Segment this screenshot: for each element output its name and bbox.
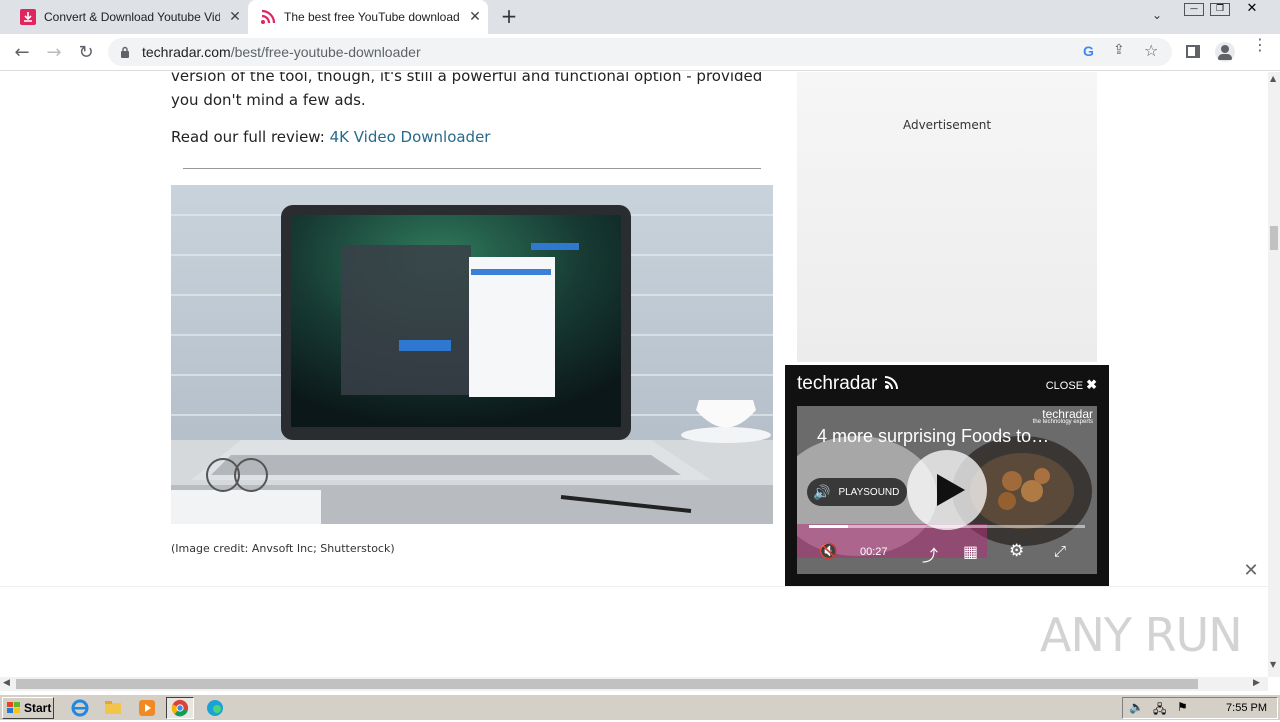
profile-avatar-icon[interactable] [1215, 42, 1235, 62]
read-full-review: Read our full review: 4K Video Downloade… [171, 128, 491, 146]
chrome-icon [171, 699, 189, 717]
share-icon[interactable]: ⇪ [1113, 42, 1125, 58]
grid-icon[interactable]: ▦ [963, 542, 978, 561]
vertical-scroll-thumb[interactable] [1270, 226, 1278, 250]
minimize-icon[interactable]: — [1184, 3, 1204, 16]
chrome-taskbar-button[interactable] [166, 697, 194, 719]
close-tab-icon[interactable]: ✕ [466, 9, 484, 25]
video-time: 00:27 [860, 546, 888, 558]
fullscreen-icon[interactable]: ⤢ [1054, 542, 1066, 560]
media-player-icon[interactable] [137, 698, 157, 718]
playsound-button[interactable]: 🔊 PLAYSOUND [807, 478, 907, 506]
edge-icon[interactable] [205, 698, 225, 718]
download-icon [20, 9, 36, 25]
divider [183, 168, 761, 169]
network-icon[interactable]: 🖧 [1153, 700, 1166, 721]
image-credit: (Image credit: Anvsoft Inc; Shutterstock… [171, 542, 395, 555]
play-button[interactable] [907, 450, 987, 530]
vertical-scrollbar[interactable]: ▲ ▼ [1268, 72, 1280, 677]
scroll-right-icon[interactable]: ▶ [1253, 678, 1260, 688]
tab-search-chevron-icon[interactable]: ⌄ [1152, 8, 1162, 22]
video-brand-corner: techradar the technology experts [1032, 407, 1093, 425]
speaker-icon: 🔊 [813, 483, 831, 500]
article-paragraph: version of the tool, though, it's still … [171, 72, 763, 109]
volume-icon[interactable]: 🔈 [1129, 700, 1144, 714]
rss-icon [261, 9, 276, 24]
tab-best-free-youtube-downloader[interactable]: The best free YouTube downloader app ✕ [248, 0, 488, 34]
mute-icon[interactable]: 🔇 [819, 542, 838, 560]
video-frame[interactable]: techradar the technology experts 4 more … [797, 406, 1097, 574]
tab-title: Convert & Download Youtube Videos [44, 10, 220, 24]
bookmark-star-icon[interactable]: ☆ [1144, 41, 1158, 60]
video-title: 4 more surprising Foods to… [817, 426, 1050, 446]
forward-arrow-icon[interactable]: → [40, 38, 68, 66]
tab-title: The best free YouTube downloader app [284, 10, 460, 24]
restore-icon[interactable]: ❐ [1210, 3, 1230, 16]
window-controls: — ❐ ✕ [1184, 1, 1276, 17]
close-icon[interactable]: ✖ [1086, 377, 1097, 392]
video-popup[interactable]: techradar CLOSE ✖ techradar the technolo… [785, 365, 1109, 586]
lock-icon[interactable] [120, 46, 130, 58]
techradar-logo: techradar [797, 373, 901, 395]
article-image [171, 185, 773, 524]
play-icon [937, 474, 965, 506]
settings-gear-icon[interactable]: ⚙ [1009, 541, 1024, 561]
flag-icon[interactable]: ⚑ [1177, 700, 1188, 714]
back-arrow-icon[interactable]: ← [8, 38, 36, 66]
windows-logo-icon [7, 702, 20, 713]
system-tray: 🔈 🖧 ⚑ 7:55 PM [1122, 697, 1278, 719]
address-bar[interactable]: techradar.com/best/free-youtube-download… [108, 38, 1172, 66]
advertisement-label: Advertisement [902, 118, 992, 132]
horizontal-scrollbar[interactable]: ◀ ▶ [0, 677, 1268, 691]
scroll-up-icon[interactable]: ▲ [1270, 74, 1276, 83]
horizontal-scroll-thumb[interactable] [16, 679, 1198, 689]
scroll-left-icon[interactable]: ◀ [3, 678, 10, 688]
browser-toolbar: ← → ↻ techradar.com/best/free-youtube-do… [0, 34, 1280, 71]
anyrun-watermark: ANY RUN [1040, 608, 1243, 662]
video-progress-bar[interactable] [809, 525, 1085, 528]
file-explorer-icon[interactable] [103, 698, 123, 718]
google-icon[interactable]: G [1083, 43, 1094, 59]
close-tab-icon[interactable]: ✕ [226, 9, 244, 25]
tab-strip: Convert & Download Youtube Videos ✕ The … [0, 0, 1280, 34]
sidebar-advertisement[interactable]: Advertisement [797, 72, 1097, 362]
tab-convert-download[interactable]: Convert & Download Youtube Videos ✕ [8, 0, 248, 34]
video-close-button[interactable]: CLOSE ✖ [1046, 377, 1097, 393]
start-button[interactable]: Start [2, 697, 54, 719]
url-text[interactable]: techradar.com/best/free-youtube-download… [142, 44, 421, 60]
scroll-down-icon[interactable]: ▼ [1270, 660, 1276, 669]
side-panel-icon[interactable] [1186, 45, 1200, 58]
windows-taskbar: Start 🔈 🖧 ⚑ 7:55 PM [0, 694, 1280, 720]
rss-logo-icon [884, 376, 898, 390]
browser-menu-icon[interactable]: ⋮ [1252, 37, 1268, 53]
close-ad-icon[interactable]: ✕ [1240, 560, 1262, 582]
new-tab-button[interactable]: + [498, 5, 520, 27]
video-progress-fill [809, 525, 848, 528]
clock[interactable]: 7:55 PM [1226, 702, 1267, 714]
review-link[interactable]: 4K Video Downloader [330, 128, 491, 146]
share-icon[interactable]: ⤴ [922, 542, 938, 566]
reload-icon[interactable]: ↻ [72, 38, 100, 66]
internet-explorer-icon[interactable] [70, 698, 90, 718]
close-window-icon[interactable]: ✕ [1240, 1, 1264, 16]
